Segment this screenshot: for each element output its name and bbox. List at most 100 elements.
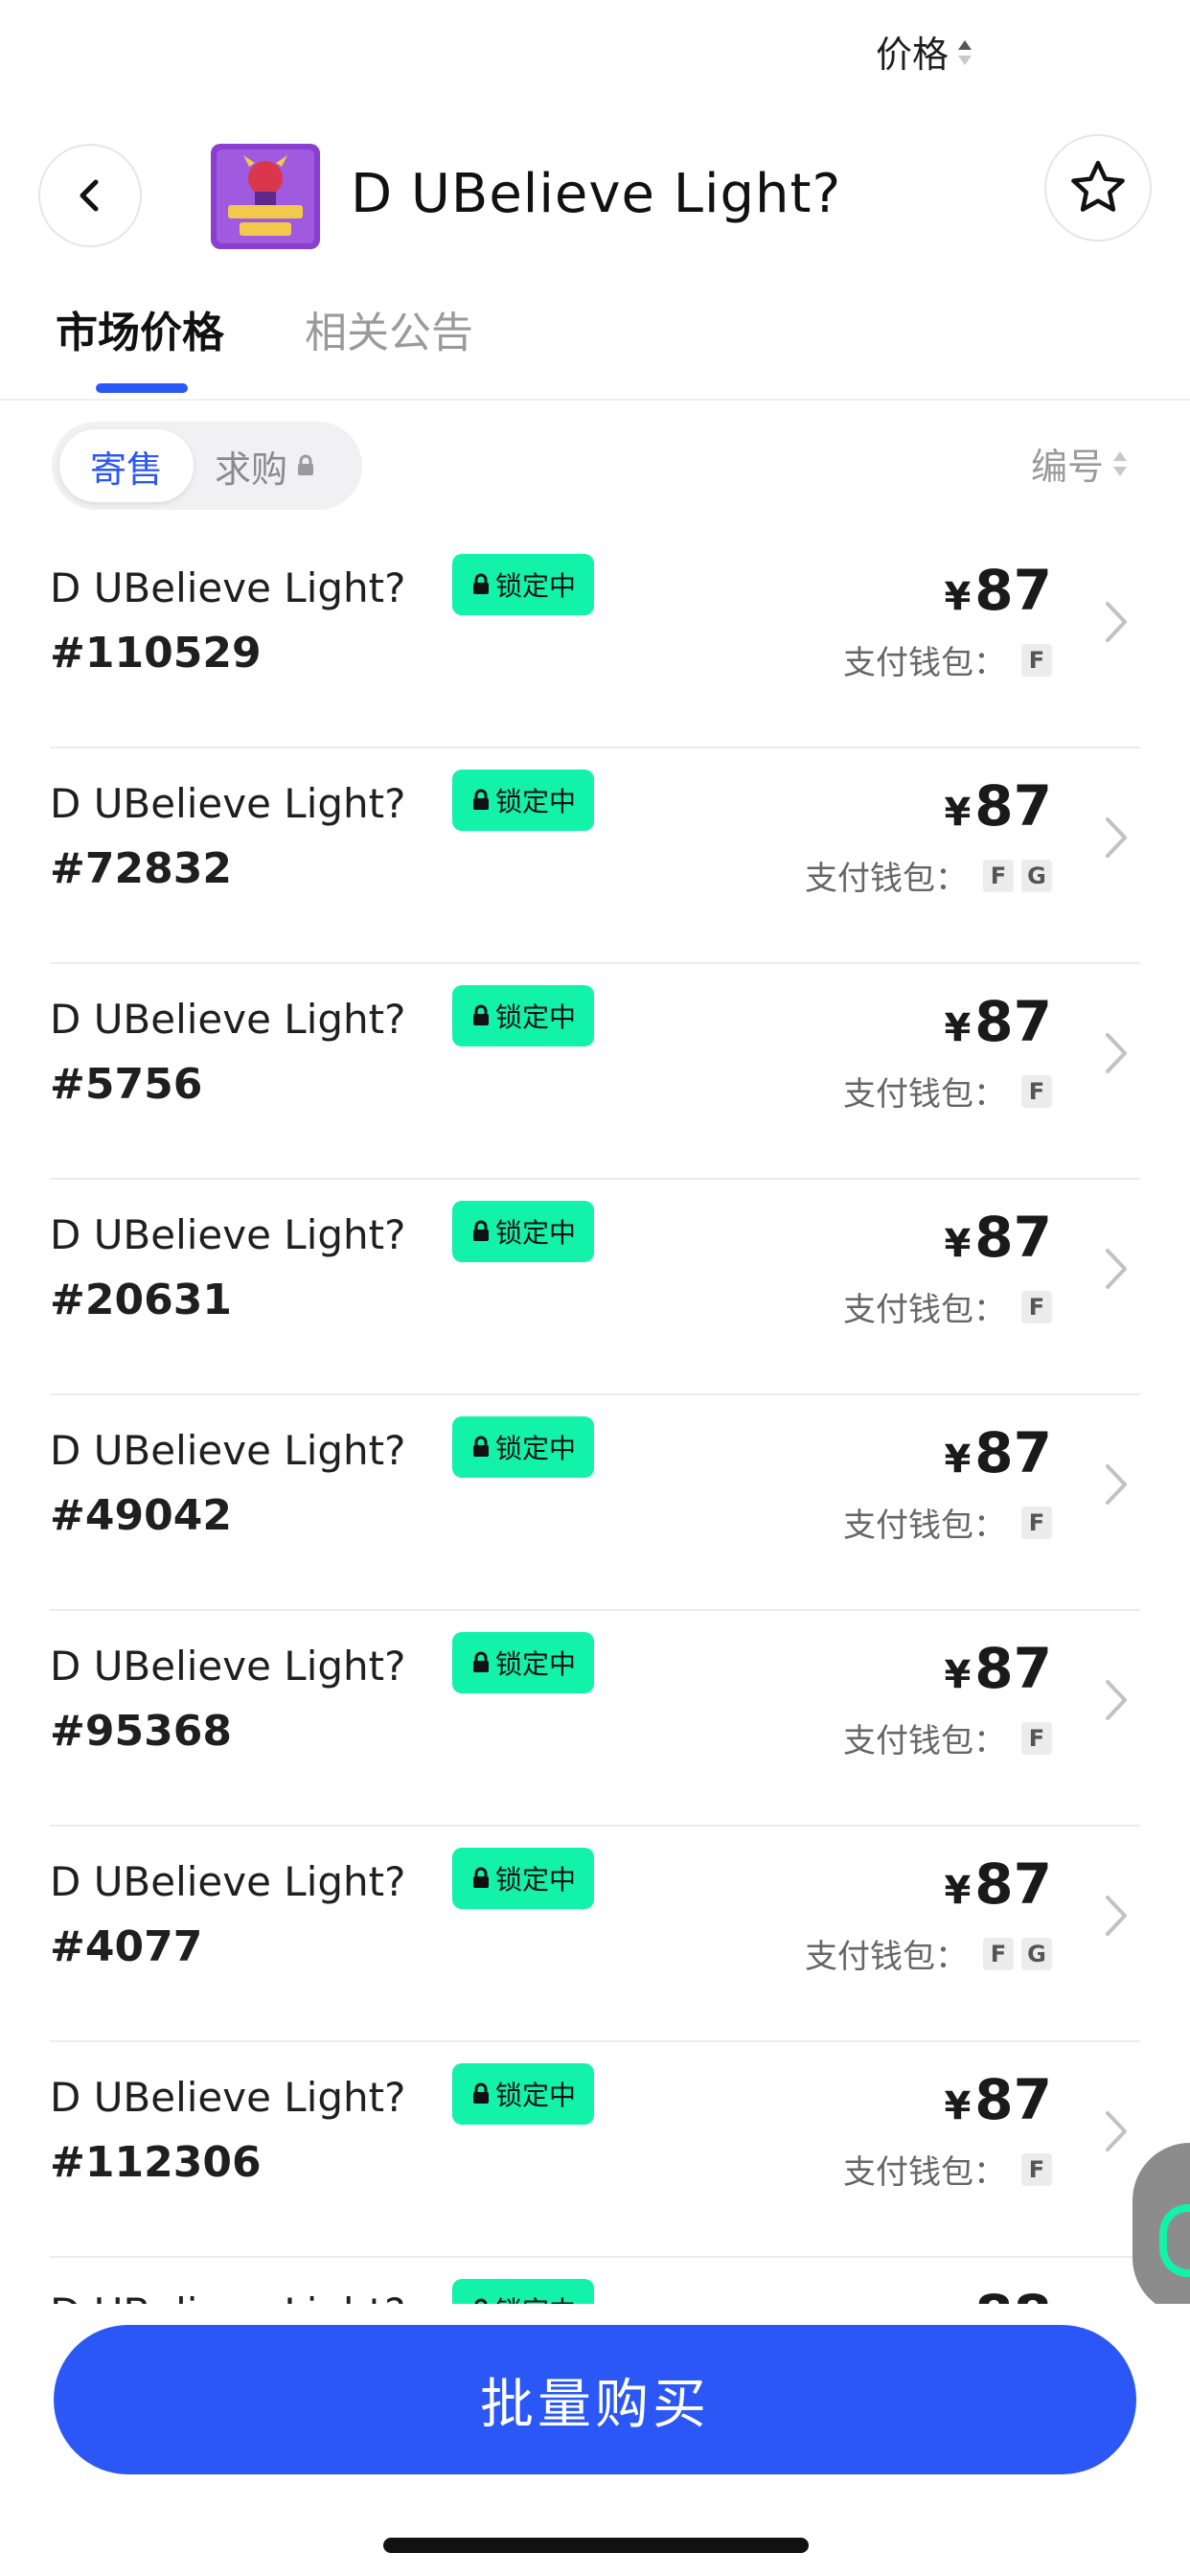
lock-icon: [472, 1220, 489, 1241]
listing-serial: #95368: [50, 1707, 232, 1756]
tab-announcements[interactable]: 相关公告: [305, 305, 473, 362]
sort-by-price[interactable]: 价格: [876, 25, 1102, 78]
listing-price: ¥87: [944, 1852, 1052, 1917]
price-amount: 87: [974, 1852, 1052, 1917]
badge-label: 锁定中: [494, 2080, 576, 2111]
listing-serial: #110529: [50, 629, 262, 678]
listing-name: D UBelieve Light?: [50, 1643, 406, 1690]
wallet-label: 支付钱包：: [843, 2153, 1006, 2192]
wallet-label: 支付钱包：: [805, 860, 968, 898]
listing-name: D UBelieve Light?: [50, 996, 406, 1043]
listing-serial: #49042: [50, 1491, 232, 1540]
star-outline-icon: [1071, 160, 1125, 212]
bulk-buy-button[interactable]: 批量购买: [54, 2325, 1136, 2474]
listing-name: D UBelieve Light?: [50, 564, 406, 611]
listing-row[interactable]: D UBelieve Light? #95368 锁定中 ¥87 支付钱包： F: [50, 1611, 1140, 1827]
listing-row[interactable]: D UBelieve Light? #4077 锁定中 ¥87 支付钱包： F G: [50, 1827, 1140, 2042]
lock-icon: [472, 1867, 489, 1888]
lock-icon: [472, 573, 489, 594]
assistant-icon: [1159, 2204, 1190, 2277]
floating-assistant-button[interactable]: [1133, 2143, 1190, 2315]
currency-symbol: ¥: [944, 1438, 972, 1482]
locked-badge: 锁定中: [452, 554, 594, 615]
listing-serial: #112306: [50, 2138, 262, 2187]
wallet-tag: F: [1021, 1074, 1052, 1108]
listing-row[interactable]: D UBelieve Light? #49042 锁定中 ¥87 支付钱包： F: [50, 1395, 1140, 1611]
listing-price: ¥87: [944, 1205, 1052, 1270]
listing-price: ¥87: [944, 1420, 1052, 1485]
sort-by-number[interactable]: 编号: [1031, 437, 1129, 490]
locked-badge: 锁定中: [452, 985, 594, 1046]
tab-bar: 市场价格 相关公告: [0, 288, 1190, 401]
chevron-right-icon: [1106, 602, 1127, 642]
listing-name: D UBelieve Light?: [50, 1858, 406, 1905]
payment-wallets: 支付钱包： F G: [805, 1930, 1052, 1977]
wallet-label: 支付钱包：: [843, 1291, 1006, 1329]
wallet-tag: G: [1021, 859, 1052, 892]
lock-icon: [472, 1004, 489, 1025]
chevron-right-icon: [1106, 817, 1127, 858]
payment-wallets: 支付钱包： F G: [805, 852, 1052, 899]
collection-thumbnail: [211, 144, 320, 249]
wallet-tag: F: [1021, 1721, 1052, 1755]
buy-toggle-option[interactable]: 求购: [215, 422, 316, 510]
listing-serial: #4077: [50, 1922, 203, 1971]
price-amount: 87: [974, 1205, 1052, 1270]
currency-symbol: ¥: [944, 1006, 972, 1050]
currency-symbol: ¥: [944, 791, 972, 835]
sort-arrows-icon: [958, 40, 973, 65]
currency-symbol: ¥: [944, 1222, 972, 1266]
payment-wallets: 支付钱包： F: [843, 2146, 1052, 2193]
listing-name: D UBelieve Light?: [50, 780, 406, 827]
listing-price: ¥87: [944, 1636, 1052, 1701]
badge-label: 锁定中: [494, 786, 576, 817]
listing-price: ¥87: [944, 2067, 1052, 2132]
badge-label: 锁定中: [494, 1648, 576, 1680]
locked-badge: 锁定中: [452, 770, 594, 831]
badge-label: 锁定中: [494, 1864, 576, 1896]
chevron-right-icon: [1106, 1464, 1127, 1505]
listing-serial: #20631: [50, 1276, 232, 1324]
chevron-right-icon: [1106, 2111, 1127, 2151]
currency-symbol: ¥: [944, 1653, 972, 1697]
active-tab-indicator: [96, 383, 188, 393]
listing-row[interactable]: D UBelieve Light? #110529 锁定中 ¥87 支付钱包： F: [50, 533, 1140, 748]
lock-icon: [472, 1651, 489, 1672]
locked-badge: 锁定中: [452, 1848, 594, 1909]
payment-wallets: 支付钱包： F: [843, 1068, 1052, 1115]
wallet-tag: G: [1021, 1937, 1052, 1970]
header: D UBelieve Light?: [0, 134, 1190, 259]
price-amount: 87: [974, 2067, 1052, 2132]
page-title: D UBelieve Light?: [351, 163, 842, 225]
listing-name: D UBelieve Light?: [50, 1211, 406, 1258]
sell-toggle-option[interactable]: 寄售: [59, 429, 194, 502]
listing-price: ¥87: [944, 558, 1052, 623]
lock-icon: [472, 1436, 489, 1457]
sell-buy-toggle: 寄售 求购: [52, 422, 362, 510]
locked-badge: 锁定中: [452, 1416, 594, 1478]
tab-market-price[interactable]: 市场价格: [56, 305, 224, 362]
back-button[interactable]: [38, 144, 142, 247]
listing-price: ¥87: [944, 989, 1052, 1054]
badge-label: 锁定中: [494, 1433, 576, 1464]
wallet-tag: F: [1021, 643, 1052, 677]
wallet-label: 支付钱包：: [843, 644, 1006, 682]
listing-row[interactable]: D UBelieve Light? #20631 锁定中 ¥87 支付钱包： F: [50, 1180, 1140, 1395]
listing-row[interactable]: D UBelieve Light? #72832 锁定中 ¥87 支付钱包： F G: [50, 748, 1140, 964]
listing-row[interactable]: D UBelieve Light? #5756 锁定中 ¥87 支付钱包： F: [50, 964, 1140, 1180]
badge-label: 锁定中: [494, 1217, 576, 1249]
listing-row[interactable]: D UBelieve Light? #112306 锁定中 ¥87 支付钱包： F: [50, 2042, 1140, 2258]
locked-badge: 锁定中: [452, 1201, 594, 1262]
wallet-tag: F: [1021, 1290, 1052, 1323]
price-amount: 87: [974, 1636, 1052, 1701]
chevron-right-icon: [1106, 1249, 1127, 1289]
wallet-tag: F: [983, 859, 1014, 892]
chevron-right-icon: [1106, 1680, 1127, 1720]
badge-label: 锁定中: [494, 1001, 576, 1033]
listing-serial: #72832: [50, 844, 232, 893]
chevron-right-icon: [1106, 1896, 1127, 1936]
bottom-action-bar: 批量购买: [0, 2304, 1190, 2576]
badge-label: 锁定中: [494, 570, 576, 602]
chevron-left-icon: [80, 179, 99, 212]
favorite-button[interactable]: [1044, 134, 1152, 242]
